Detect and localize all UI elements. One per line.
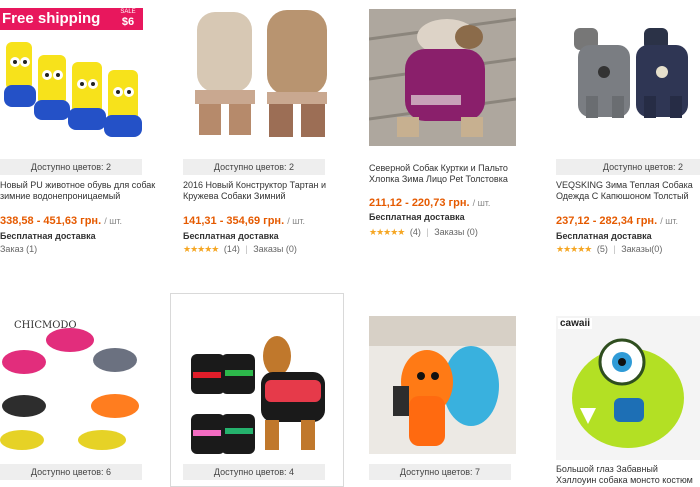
brand-logo: cawaii — [558, 318, 593, 329]
product-image[interactable] — [556, 0, 700, 145]
product-title[interactable]: Большой глаз Забавный Хэллоуин собака мо… — [556, 464, 700, 487]
product-image[interactable] — [183, 0, 355, 145]
divider: | — [426, 227, 429, 237]
rating-row: ★★★★★ (5) | Заказы(0) — [556, 244, 662, 255]
sale-label: SALE — [120, 9, 136, 15]
ribbon-text: Free shipping — [2, 10, 101, 27]
product-title[interactable]: Новый PU животное обувь для собак зимние… — [0, 180, 160, 202]
price-unit: / шт. — [287, 216, 306, 226]
colors-available[interactable]: Доступно цветов: 7 — [369, 464, 511, 480]
colors-available[interactable]: Доступно цветов: 6 — [0, 464, 142, 480]
product-image[interactable] — [181, 302, 337, 462]
product-price: 338,58 - 451,63 грн. / шт. — [0, 215, 122, 227]
review-count[interactable]: (4) — [407, 227, 421, 237]
price-unit: / шт. — [104, 216, 123, 226]
free-delivery: Бесплатная доставка — [556, 231, 652, 241]
price-unit: / шт. — [660, 216, 679, 226]
sale-badge: SALE $6 — [113, 8, 143, 32]
review-count[interactable]: (5) — [594, 244, 608, 254]
sale-price: $6 — [121, 16, 135, 28]
product-price: 141,31 - 354,69 грн. / шт. — [183, 215, 305, 227]
product-price: 211,12 - 220,73 грн. / шт. — [369, 197, 490, 209]
product-title[interactable]: VEQSKING Зима Теплая Собака Одежда С Кап… — [556, 180, 698, 202]
monster-costume-image — [556, 316, 700, 460]
free-shipping-ribbon: Free shipping SALE $6 — [0, 8, 143, 30]
star-rating-icon: ★★★★★ — [369, 227, 405, 237]
free-delivery: Бесплатная доставка — [369, 212, 465, 222]
brand-logo: CHICMODO — [14, 320, 77, 331]
price-unit: / шт. — [472, 198, 491, 208]
orders-count[interactable]: Заказы (0) — [434, 227, 478, 237]
product-image[interactable]: CHICMODO — [0, 302, 172, 462]
colors-available[interactable]: Доступно цветов: 4 — [183, 464, 325, 480]
product-image[interactable] — [369, 316, 516, 454]
hoodie-image — [556, 0, 700, 145]
orders-count[interactable]: Заказы(0) — [621, 244, 662, 254]
product-price: 237,12 - 282,34 грн. / шт. — [556, 215, 678, 227]
colors-available[interactable]: Доступно цветов: 2 — [556, 159, 700, 175]
product-card[interactable]: Free shipping SALE $6 Доступно цветов: 2… — [0, 0, 172, 260]
rating-row: ★★★★★ (4) | Заказы (0) — [369, 227, 478, 238]
price-range: 211,12 - 220,73 грн. — [369, 197, 470, 209]
star-rating-icon: ★★★★★ — [556, 244, 592, 254]
product-image[interactable] — [369, 9, 516, 146]
star-rating-icon: ★★★★★ — [183, 244, 219, 254]
purple-jacket-image — [369, 9, 516, 146]
product-title[interactable]: Северной Собак Куртки и Пальто Хлопка Зи… — [369, 163, 529, 185]
rating-row: ★★★★★ (14) | Заказы (0) — [183, 244, 297, 255]
review-count[interactable]: (14) — [221, 244, 240, 254]
tiger-costume-image — [369, 316, 516, 454]
padded-coat-image — [181, 302, 337, 462]
divider: | — [613, 244, 616, 254]
free-delivery: Бесплатная доставка — [0, 231, 96, 241]
product-image[interactable]: Free shipping SALE $6 — [0, 0, 172, 145]
product-title[interactable]: 2016 Новый Конструктор Тартан и Кружева … — [183, 180, 343, 202]
orders-count[interactable]: Заказы (0) — [253, 244, 297, 254]
price-range: 338,58 - 451,63 грн. — [0, 215, 102, 227]
colors-available[interactable]: Доступно цветов: 2 — [0, 159, 142, 175]
price-range: 141,31 - 354,69 грн. — [183, 215, 285, 227]
divider: | — [245, 244, 248, 254]
free-delivery: Бесплатная доставка — [183, 231, 279, 241]
tartan-coat-image — [183, 0, 355, 145]
product-image[interactable]: cawaii — [556, 316, 700, 460]
colors-available[interactable]: Доступно цветов: 2 — [183, 159, 325, 175]
price-range: 237,12 - 282,34 грн. — [556, 215, 658, 227]
product-card[interactable]: Доступно цветов: 4 — [170, 293, 344, 487]
orders-count[interactable]: Заказ (1) — [0, 244, 37, 254]
